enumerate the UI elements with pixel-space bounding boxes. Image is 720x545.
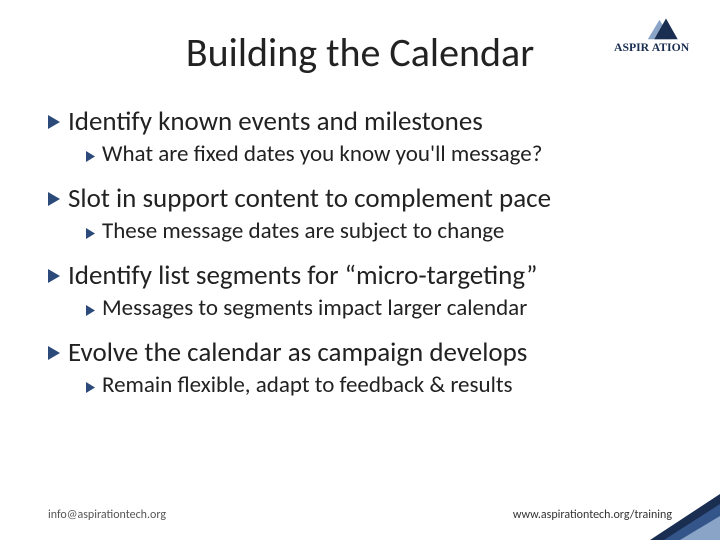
brand-logo: ASPIR ATION [614, 16, 692, 60]
triangle-bullet-icon [48, 269, 62, 288]
triangle-bullet-icon [48, 115, 62, 134]
triangle-bullet-small-icon [86, 302, 97, 321]
list-subitem-text: Messages to segments impact larger calen… [102, 294, 527, 322]
list-subitem: Remain flexible, adapt to feedback & res… [86, 371, 680, 399]
triangle-bullet-small-icon [86, 379, 97, 398]
footer-email: info@aspirationtech.org [48, 508, 166, 522]
footer: info@aspirationtech.org www.aspirationte… [0, 508, 720, 522]
list-item: Identify known events and milestones [48, 105, 680, 138]
brand-text: ASPIR [614, 41, 650, 54]
triangle-bullet-small-icon [86, 225, 97, 244]
list-item-text: Evolve the calendar as campaign develops [68, 336, 527, 369]
list-subitem: These message dates are subject to chang… [86, 217, 680, 245]
slide-title: Building the Calendar [40, 28, 680, 77]
triangle-bullet-icon [48, 192, 62, 211]
footer-url: www.aspirationtech.org/training [513, 508, 672, 522]
list-subitem-text: Remain flexible, adapt to feedback & res… [102, 371, 513, 399]
list-subitem: Messages to segments impact larger calen… [86, 294, 680, 322]
list-subitem-text: What are fixed dates you know you'll mes… [102, 140, 542, 168]
triangle-bullet-small-icon [86, 148, 97, 167]
bullet-list: Identify known events and milestones Wha… [40, 105, 680, 399]
triangle-bullet-icon [48, 346, 62, 365]
list-subitem-text: These message dates are subject to chang… [102, 217, 504, 245]
brand-text-2: ATION [652, 41, 690, 54]
list-item-text: Identify list segments for “micro-target… [68, 259, 537, 292]
list-item-text: Identify known events and milestones [68, 105, 483, 138]
list-item: Evolve the calendar as campaign develops [48, 336, 680, 369]
list-item: Slot in support content to complement pa… [48, 182, 680, 215]
list-subitem: What are fixed dates you know you'll mes… [86, 140, 680, 168]
list-item: Identify list segments for “micro-target… [48, 259, 680, 292]
list-item-text: Slot in support content to complement pa… [68, 182, 551, 215]
slide: ASPIR ATION Building the Calendar Identi… [0, 0, 720, 540]
